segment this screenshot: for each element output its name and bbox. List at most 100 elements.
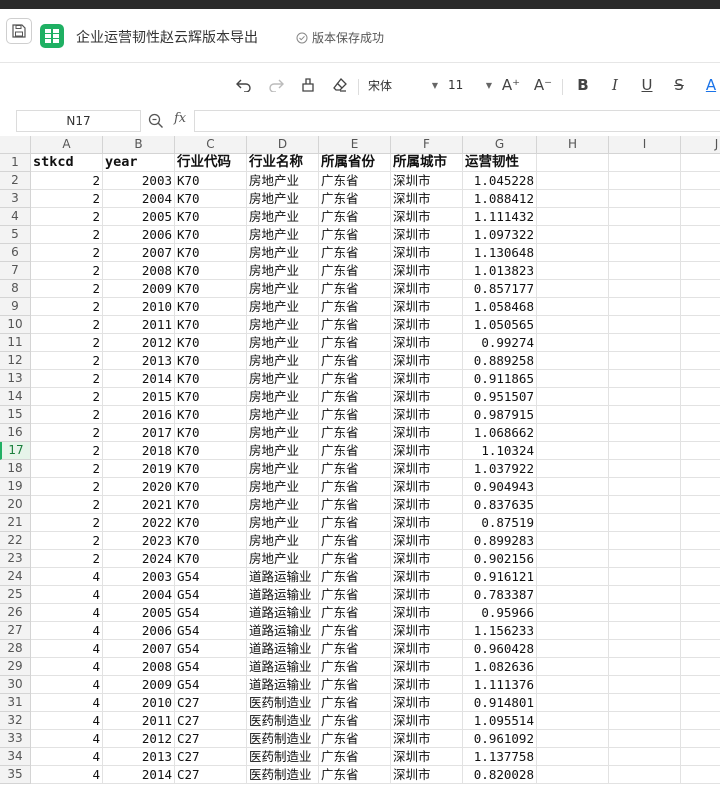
- table-cell[interactable]: 2007: [103, 640, 175, 658]
- row-header[interactable]: 26: [0, 604, 31, 622]
- row-header[interactable]: 28: [0, 640, 31, 658]
- table-cell[interactable]: 广东省: [319, 298, 391, 316]
- table-cell[interactable]: 1.137758: [463, 748, 537, 766]
- table-cell[interactable]: 房地产业: [247, 352, 319, 370]
- table-cell[interactable]: 医药制造业: [247, 712, 319, 730]
- table-cell[interactable]: 0.904943: [463, 478, 537, 496]
- table-cell[interactable]: 深圳市: [391, 388, 463, 406]
- table-cell[interactable]: 道路运输业: [247, 568, 319, 586]
- table-cell[interactable]: G54: [175, 658, 247, 676]
- table-cell[interactable]: [537, 226, 609, 244]
- column-header[interactable]: D: [247, 136, 319, 154]
- row-header[interactable]: 27: [0, 622, 31, 640]
- table-cell[interactable]: 0.99274: [463, 334, 537, 352]
- table-cell[interactable]: 广东省: [319, 478, 391, 496]
- fx-icon[interactable]: fx: [174, 111, 186, 126]
- table-cell[interactable]: [681, 514, 720, 532]
- table-cell[interactable]: [609, 730, 681, 748]
- table-cell[interactable]: 2: [31, 424, 103, 442]
- table-cell[interactable]: 广东省: [319, 694, 391, 712]
- table-cell[interactable]: 0.960428: [463, 640, 537, 658]
- table-cell[interactable]: K70: [175, 388, 247, 406]
- table-cell[interactable]: 1.130648: [463, 244, 537, 262]
- table-cell[interactable]: 2013: [103, 352, 175, 370]
- table-cell[interactable]: 道路运输业: [247, 586, 319, 604]
- table-cell[interactable]: 2: [31, 406, 103, 424]
- undo-button[interactable]: [234, 71, 254, 99]
- table-cell[interactable]: 广东省: [319, 622, 391, 640]
- table-cell[interactable]: [681, 190, 720, 208]
- font-color-button[interactable]: A: [702, 71, 720, 99]
- table-cell[interactable]: 房地产业: [247, 226, 319, 244]
- table-cell[interactable]: [537, 460, 609, 478]
- row-header[interactable]: 13: [0, 370, 31, 388]
- table-cell[interactable]: [681, 244, 720, 262]
- table-cell[interactable]: 房地产业: [247, 388, 319, 406]
- table-cell[interactable]: 房地产业: [247, 442, 319, 460]
- table-cell[interactable]: [609, 208, 681, 226]
- table-cell[interactable]: [609, 460, 681, 478]
- table-cell[interactable]: 道路运输业: [247, 622, 319, 640]
- table-cell[interactable]: [681, 568, 720, 586]
- table-cell[interactable]: K70: [175, 190, 247, 208]
- row-header[interactable]: 19: [0, 478, 31, 496]
- table-cell[interactable]: 深圳市: [391, 640, 463, 658]
- table-cell[interactable]: [681, 298, 720, 316]
- table-cell[interactable]: 0.899283: [463, 532, 537, 550]
- table-cell[interactable]: C27: [175, 694, 247, 712]
- column-header[interactable]: E: [319, 136, 391, 154]
- table-cell[interactable]: 医药制造业: [247, 766, 319, 784]
- table-cell[interactable]: C27: [175, 730, 247, 748]
- table-cell[interactable]: 2005: [103, 604, 175, 622]
- table-cell[interactable]: [537, 550, 609, 568]
- table-cell[interactable]: 深圳市: [391, 766, 463, 784]
- table-cell[interactable]: 2003: [103, 172, 175, 190]
- table-cell[interactable]: [609, 586, 681, 604]
- table-cell[interactable]: 运营韧性: [463, 154, 537, 172]
- row-header[interactable]: 2: [0, 172, 31, 190]
- table-cell[interactable]: 深圳市: [391, 532, 463, 550]
- row-header[interactable]: 6: [0, 244, 31, 262]
- table-cell[interactable]: 医药制造业: [247, 730, 319, 748]
- table-cell[interactable]: 4: [31, 730, 103, 748]
- table-cell[interactable]: C27: [175, 712, 247, 730]
- table-cell[interactable]: year: [103, 154, 175, 172]
- table-cell[interactable]: 2: [31, 190, 103, 208]
- table-cell[interactable]: [609, 406, 681, 424]
- table-cell[interactable]: 2003: [103, 568, 175, 586]
- table-cell[interactable]: 广东省: [319, 496, 391, 514]
- column-header[interactable]: B: [103, 136, 175, 154]
- table-cell[interactable]: 2004: [103, 586, 175, 604]
- table-cell[interactable]: 广东省: [319, 406, 391, 424]
- clear-format-button[interactable]: [330, 71, 350, 99]
- table-cell[interactable]: K70: [175, 532, 247, 550]
- table-cell[interactable]: 4: [31, 640, 103, 658]
- table-cell[interactable]: K70: [175, 442, 247, 460]
- table-cell[interactable]: [537, 442, 609, 460]
- table-cell[interactable]: 2: [31, 262, 103, 280]
- table-cell[interactable]: 0.837635: [463, 496, 537, 514]
- table-cell[interactable]: 广东省: [319, 226, 391, 244]
- redo-button[interactable]: [266, 71, 286, 99]
- table-cell[interactable]: 0.783387: [463, 586, 537, 604]
- table-cell[interactable]: 0.951507: [463, 388, 537, 406]
- table-cell[interactable]: [537, 244, 609, 262]
- underline-button[interactable]: U: [638, 71, 656, 99]
- table-cell[interactable]: [609, 766, 681, 784]
- table-cell[interactable]: 深圳市: [391, 496, 463, 514]
- table-cell[interactable]: 2: [31, 388, 103, 406]
- table-cell[interactable]: K70: [175, 424, 247, 442]
- table-cell[interactable]: 2: [31, 460, 103, 478]
- row-header[interactable]: 21: [0, 514, 31, 532]
- table-cell[interactable]: 0.889258: [463, 352, 537, 370]
- table-cell[interactable]: 房地产业: [247, 262, 319, 280]
- table-cell[interactable]: [537, 640, 609, 658]
- table-cell[interactable]: [681, 208, 720, 226]
- select-all-corner[interactable]: [0, 136, 31, 154]
- table-cell[interactable]: [609, 712, 681, 730]
- table-cell[interactable]: 2005: [103, 208, 175, 226]
- table-cell[interactable]: K70: [175, 370, 247, 388]
- row-header[interactable]: 9: [0, 298, 31, 316]
- table-cell[interactable]: K70: [175, 478, 247, 496]
- table-cell[interactable]: [681, 154, 720, 172]
